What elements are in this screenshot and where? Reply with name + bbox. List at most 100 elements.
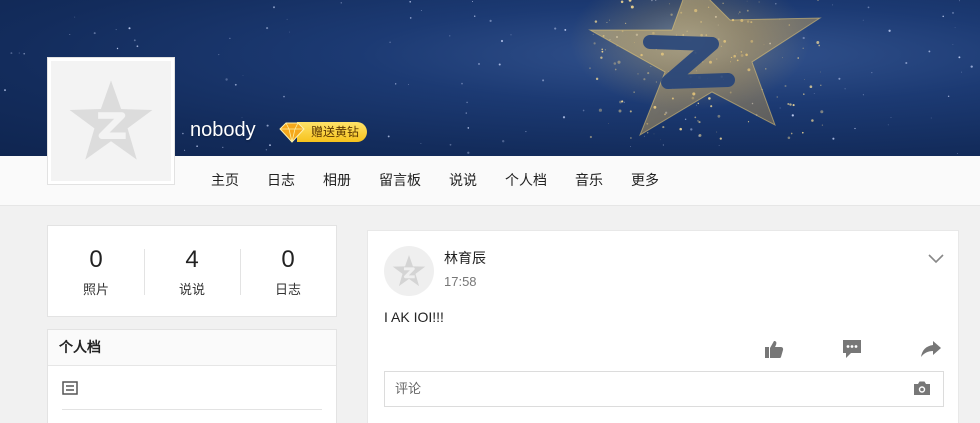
nav-blog[interactable]: 日志 bbox=[253, 156, 309, 206]
comment-box bbox=[384, 371, 944, 407]
stat-blogs[interactable]: 0 日志 bbox=[240, 245, 336, 298]
stat-value: 0 bbox=[281, 245, 295, 273]
sparkle bbox=[265, 149, 268, 151]
sparkle bbox=[525, 131, 527, 133]
diamond-icon bbox=[279, 122, 305, 143]
sparkle bbox=[234, 83, 237, 86]
sparkle bbox=[74, 16, 76, 18]
sparkle bbox=[489, 19, 492, 22]
profile-avatar[interactable] bbox=[47, 57, 175, 185]
sparkle bbox=[218, 54, 220, 56]
photo-upload-button[interactable] bbox=[913, 380, 931, 400]
stat-moments[interactable]: 4 说说 bbox=[144, 245, 240, 298]
sparkle bbox=[115, 29, 117, 31]
sparkle bbox=[630, 146, 631, 147]
feed-post: 林育辰 17:58 I AK IOI!!! bbox=[367, 230, 959, 423]
nav-album[interactable]: 相册 bbox=[309, 156, 365, 206]
sparkle bbox=[905, 61, 908, 65]
post-author-avatar[interactable] bbox=[384, 246, 434, 296]
sparkle bbox=[694, 116, 697, 119]
main-nav: 主页 日志 相册 留言板 说说 个人档 音乐 更多 bbox=[197, 156, 673, 206]
nav-profile[interactable]: 个人档 bbox=[491, 156, 561, 206]
sparkle bbox=[802, 131, 804, 134]
sparkle bbox=[229, 37, 231, 40]
sparkle bbox=[461, 82, 463, 85]
sparkle bbox=[182, 132, 184, 135]
sparkle bbox=[449, 143, 452, 146]
share-button[interactable] bbox=[919, 337, 943, 361]
sparkle bbox=[409, 17, 412, 19]
sparkle bbox=[472, 1, 473, 2]
sparkle bbox=[449, 35, 451, 37]
like-button[interactable] bbox=[762, 337, 786, 361]
sparkle bbox=[821, 124, 824, 126]
stat-photos[interactable]: 0 照片 bbox=[48, 245, 144, 298]
post-author-name[interactable]: 林育辰 bbox=[444, 248, 486, 268]
gift-vip-label: 赠送黄钻 bbox=[297, 122, 368, 142]
sparkle bbox=[564, 28, 567, 31]
sparkle bbox=[128, 27, 131, 30]
sparkle bbox=[679, 127, 682, 131]
sparkle bbox=[719, 137, 722, 140]
sparkle bbox=[698, 135, 700, 137]
sparkle bbox=[890, 117, 892, 118]
sparkle bbox=[18, 52, 20, 54]
sparkle bbox=[784, 85, 787, 87]
sparkle bbox=[832, 4, 834, 6]
sparkle bbox=[510, 34, 512, 36]
sparkle bbox=[467, 127, 470, 129]
sparkle bbox=[409, 0, 412, 3]
camera-icon bbox=[914, 381, 930, 395]
sparkle bbox=[222, 146, 224, 149]
sparkle bbox=[196, 145, 198, 148]
sparkle bbox=[10, 52, 13, 55]
sparkle bbox=[283, 95, 285, 98]
post-content: I AK IOI!!! bbox=[384, 309, 444, 325]
sparkle bbox=[862, 19, 864, 21]
sparkle bbox=[776, 96, 778, 98]
sparkle bbox=[582, 109, 585, 112]
sparkle bbox=[273, 6, 275, 9]
sparkle bbox=[407, 83, 410, 86]
comment-button[interactable] bbox=[840, 337, 864, 361]
sparkle bbox=[887, 124, 889, 126]
nav-music[interactable]: 音乐 bbox=[561, 156, 617, 206]
sparkle bbox=[952, 44, 954, 45]
sparkle bbox=[4, 89, 6, 92]
sparkle bbox=[816, 41, 820, 44]
sparkle bbox=[662, 144, 664, 146]
sparkle bbox=[819, 71, 821, 73]
sparkle bbox=[789, 103, 792, 106]
sparkle bbox=[959, 0, 960, 2]
nav-home[interactable]: 主页 bbox=[197, 156, 253, 206]
nav-more[interactable]: 更多 bbox=[617, 156, 673, 206]
gift-vip-button[interactable]: 赠送黄钻 bbox=[277, 121, 368, 143]
sparkle bbox=[136, 45, 139, 48]
sparkle bbox=[653, 133, 655, 135]
sparkle bbox=[289, 31, 290, 33]
sparkle bbox=[956, 152, 959, 155]
sparkle bbox=[779, 107, 781, 109]
post-menu-button[interactable] bbox=[928, 249, 944, 268]
nav-moments[interactable]: 说说 bbox=[435, 156, 491, 206]
comment-input[interactable] bbox=[385, 372, 885, 406]
sparkle bbox=[623, 101, 625, 103]
sparkle bbox=[838, 77, 841, 80]
sparkle bbox=[951, 11, 955, 14]
sparkle bbox=[803, 93, 805, 95]
stat-label: 说说 bbox=[178, 282, 205, 298]
sparkle bbox=[554, 27, 557, 30]
sparkle bbox=[832, 137, 835, 140]
post-timestamp: 17:58 bbox=[444, 274, 477, 289]
profile-info-row[interactable] bbox=[62, 366, 322, 410]
profile-card-title: 个人档 bbox=[48, 330, 336, 366]
comment-icon bbox=[843, 340, 861, 358]
nav-guestbook[interactable]: 留言板 bbox=[365, 156, 435, 206]
sparkle bbox=[266, 27, 269, 30]
sparkle bbox=[93, 32, 96, 35]
sparkle bbox=[930, 117, 932, 119]
thumbs-up-icon bbox=[765, 341, 784, 358]
username[interactable]: nobody bbox=[190, 119, 256, 142]
sparkle bbox=[465, 112, 467, 114]
sparkle bbox=[340, 2, 342, 4]
